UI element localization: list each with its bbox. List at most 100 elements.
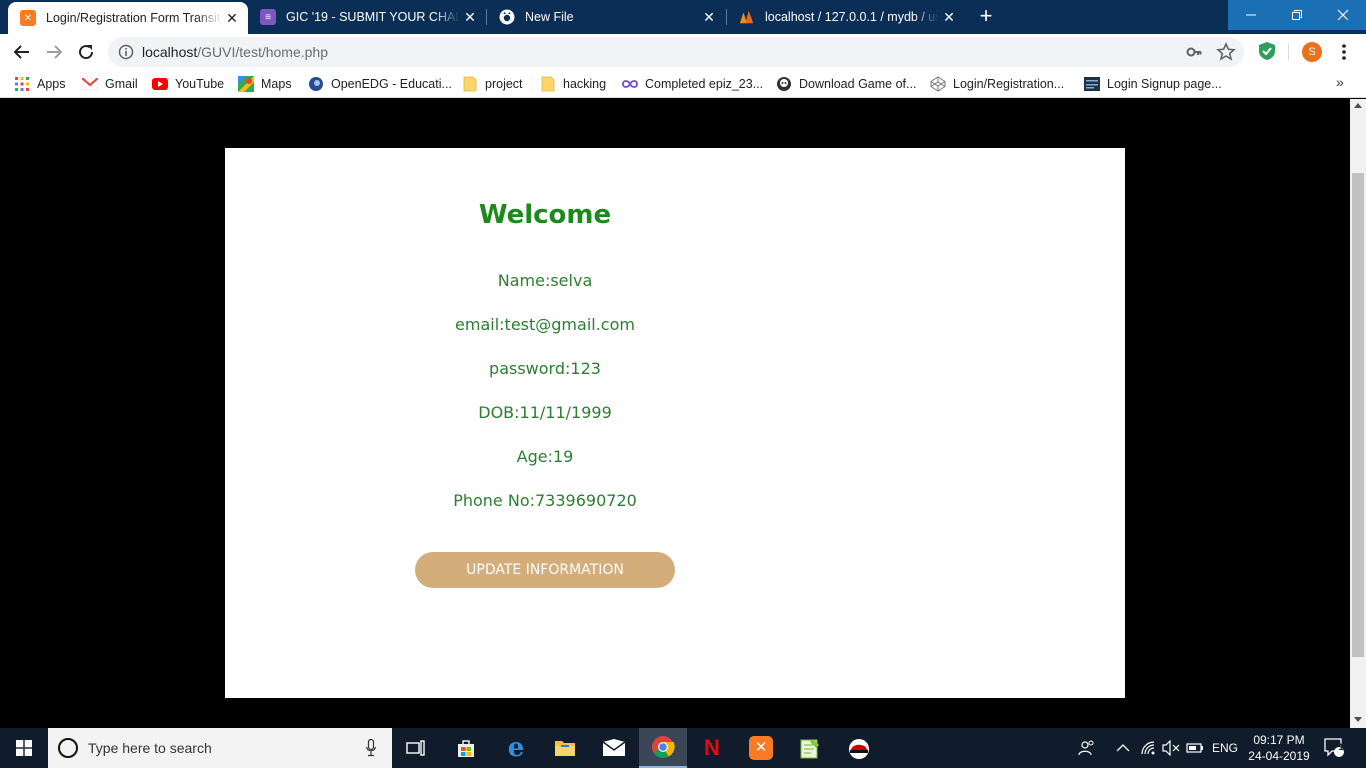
bookmark-label: YouTube xyxy=(175,77,225,91)
folder-icon xyxy=(555,741,575,756)
url-host: localhost xyxy=(142,44,198,60)
back-button[interactable] xyxy=(10,40,34,64)
url-text[interactable]: localhost/GUVI/test/home.php xyxy=(142,44,328,60)
info-icon[interactable] xyxy=(118,44,134,60)
reload-icon xyxy=(79,45,94,60)
profile-card: Welcome Name:selva email:test@gmail.com … xyxy=(225,148,1125,698)
show-hidden-icons-icon[interactable] xyxy=(1116,728,1130,768)
bookmark-label: hacking xyxy=(563,77,607,91)
skull-icon xyxy=(776,76,792,92)
store-app[interactable] xyxy=(442,728,490,768)
page-scrollbar[interactable] xyxy=(1350,99,1366,728)
minimize-button[interactable] xyxy=(1228,0,1274,30)
battery-icon[interactable] xyxy=(1186,728,1204,768)
tab-phpmyadmin[interactable]: localhost / 127.0.0.1 / mydb / users ✕ xyxy=(727,0,965,34)
bookmark-apps[interactable]: Apps xyxy=(14,74,66,94)
dob-field: DOB:11/11/1999 xyxy=(478,403,612,422)
scroll-up-arrow-icon[interactable] xyxy=(1354,103,1362,108)
key-icon[interactable] xyxy=(1186,44,1202,65)
update-information-button[interactable]: UPDATE INFORMATION xyxy=(415,552,675,588)
xampp-app[interactable]: ✕ xyxy=(737,728,785,768)
file-explorer-app[interactable] xyxy=(541,728,589,768)
mail-app[interactable] xyxy=(590,728,638,768)
tab-title: GIC '19 - SUBMIT YOUR CHALLENGE xyxy=(286,10,460,24)
bookmark-epiz[interactable]: Completed epiz_23... xyxy=(622,74,763,94)
bookmark-maps[interactable]: Maps xyxy=(238,74,292,94)
bookmark-label: project xyxy=(485,77,523,91)
bookmark-star-icon[interactable] xyxy=(1216,42,1236,67)
clock[interactable]: 09:17 PM 24-04-2019 xyxy=(1240,732,1318,764)
tab-gic[interactable]: ≡ GIC '19 - SUBMIT YOUR CHALLENGE ✕ xyxy=(248,0,486,34)
toolbar-divider xyxy=(1288,44,1289,60)
age-field: Age:19 xyxy=(516,447,574,466)
name-field: Name:selva xyxy=(497,271,593,290)
bookmarks-bar: Apps Gmail YouTube Maps OpenEDG - Educat… xyxy=(0,70,1366,98)
chrome-app[interactable] xyxy=(639,728,687,768)
phpmyadmin-icon xyxy=(739,9,755,25)
people-icon[interactable] xyxy=(1078,728,1096,768)
address-bar[interactable]: localhost/GUVI/test/home.php xyxy=(108,37,1244,67)
bookmark-label: Maps xyxy=(261,77,292,91)
github-icon xyxy=(499,9,515,25)
store-icon xyxy=(458,740,474,757)
taskbar-search[interactable]: Type here to search xyxy=(48,728,392,768)
xampp-icon: ✕ xyxy=(749,736,773,760)
close-tab-icon[interactable]: ✕ xyxy=(460,9,480,26)
notepadpp-app[interactable] xyxy=(786,728,834,768)
bookmark-label: OpenEDG - Educati... xyxy=(331,77,452,91)
tab-new-file[interactable]: New File ✕ xyxy=(487,0,725,34)
redhat-app[interactable] xyxy=(835,728,883,768)
microphone-icon[interactable] xyxy=(366,738,376,762)
infinity-icon xyxy=(622,76,638,92)
netflix-app[interactable]: N xyxy=(688,728,736,768)
codepen-icon xyxy=(930,76,946,92)
volume-muted-icon[interactable] xyxy=(1162,728,1180,768)
bookmark-hacking[interactable]: hacking xyxy=(540,74,606,94)
bookmark-label: Completed epiz_23... xyxy=(645,77,764,91)
chrome-icon xyxy=(652,736,675,758)
forward-button[interactable] xyxy=(42,40,66,64)
list-icon: ≡ xyxy=(260,9,276,25)
gmail-icon xyxy=(82,76,98,92)
scroll-down-arrow-icon[interactable] xyxy=(1354,717,1362,722)
bookmark-youtube[interactable]: YouTube xyxy=(152,74,224,94)
close-tab-icon[interactable]: ✕ xyxy=(939,9,959,26)
profile-avatar[interactable]: S xyxy=(1302,42,1322,62)
language-indicator[interactable]: ENG xyxy=(1212,728,1238,768)
bookmark-download-game[interactable]: Download Game of... xyxy=(776,74,916,94)
close-tab-icon[interactable]: ✕ xyxy=(699,9,719,26)
password-field: password:123 xyxy=(489,359,601,378)
bookmark-label: Login/Registration... xyxy=(953,77,1065,91)
close-tab-icon[interactable]: ✕ xyxy=(222,10,242,27)
xampp-icon: ✕ xyxy=(20,10,36,26)
reload-button[interactable] xyxy=(74,40,98,64)
bookmark-label: Download Game of... xyxy=(799,77,917,91)
folder-icon xyxy=(462,76,478,92)
task-view-button[interactable] xyxy=(392,728,440,768)
search-placeholder: Type here to search xyxy=(88,740,212,756)
new-tab-button[interactable]: + xyxy=(974,5,998,29)
bookmark-login-registration[interactable]: Login/Registration... xyxy=(930,74,1064,94)
action-center-button[interactable]: 1 xyxy=(1324,728,1346,768)
bookmark-openedg[interactable]: OpenEDG - Educati... xyxy=(308,74,452,94)
wifi-icon[interactable] xyxy=(1140,728,1158,768)
bookmarks-overflow-icon[interactable]: » xyxy=(1336,74,1344,90)
tab-title: localhost / 127.0.0.1 / mydb / users xyxy=(765,10,939,24)
shield-extension-icon[interactable] xyxy=(1258,41,1276,66)
start-button[interactable] xyxy=(0,728,48,768)
bookmark-project[interactable]: project xyxy=(462,74,523,94)
more-menu-icon[interactable] xyxy=(1336,42,1352,67)
bookmark-label: Login Signup page... xyxy=(1107,77,1222,91)
notification-count: 1 xyxy=(1338,742,1344,752)
bookmark-login-signup[interactable]: Login Signup page... xyxy=(1084,74,1222,94)
youtube-icon xyxy=(152,76,168,92)
scroll-thumb[interactable] xyxy=(1352,173,1364,657)
tab-title: New File xyxy=(525,10,574,24)
tab-login-registration[interactable]: ✕ Login/Registration Form Transition ✕ xyxy=(8,2,248,34)
bookmark-label: Apps xyxy=(37,77,66,91)
edge-app[interactable]: e xyxy=(492,728,540,768)
bookmark-gmail[interactable]: Gmail xyxy=(82,74,138,94)
restore-button[interactable] xyxy=(1274,0,1320,30)
close-window-button[interactable] xyxy=(1320,0,1366,30)
maps-icon xyxy=(238,76,254,92)
